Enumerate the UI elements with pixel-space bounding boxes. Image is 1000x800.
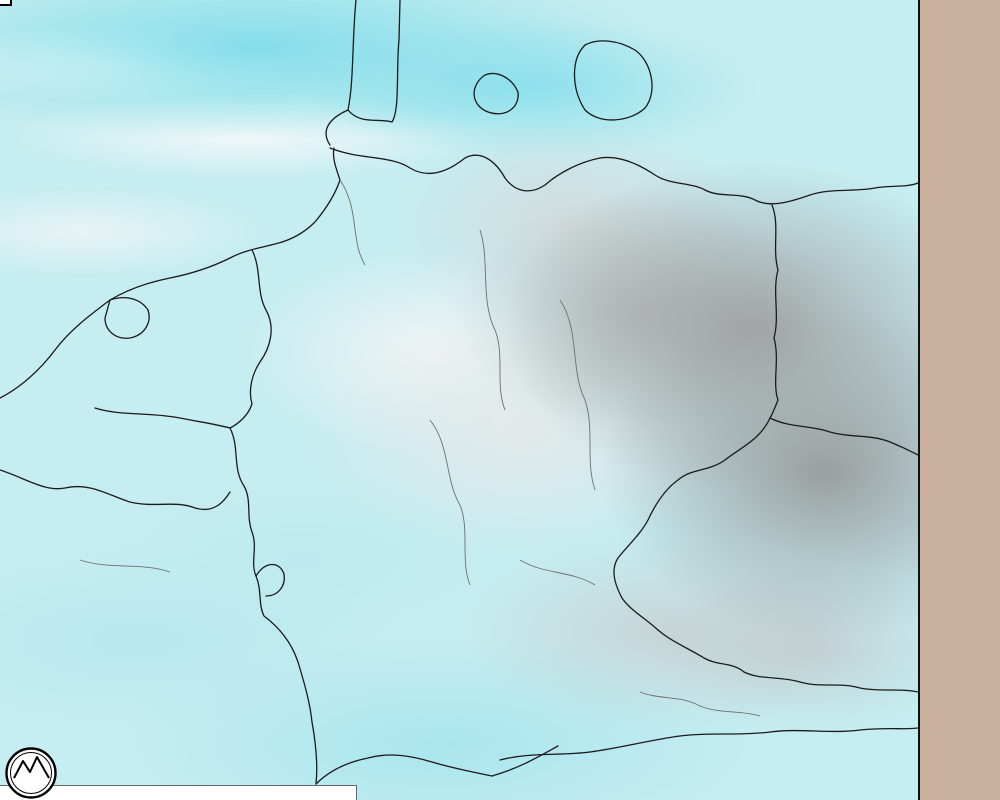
title-bar [0, 0, 12, 6]
map-canvas[interactable] [0, 0, 918, 800]
weather-map-page [0, 0, 1000, 800]
cloud-cover-scale [920, 100, 1000, 700]
metmaps-logo [1, 747, 63, 800]
cloud-cover-legend-panel [918, 0, 1000, 800]
country-borders [0, 0, 918, 800]
